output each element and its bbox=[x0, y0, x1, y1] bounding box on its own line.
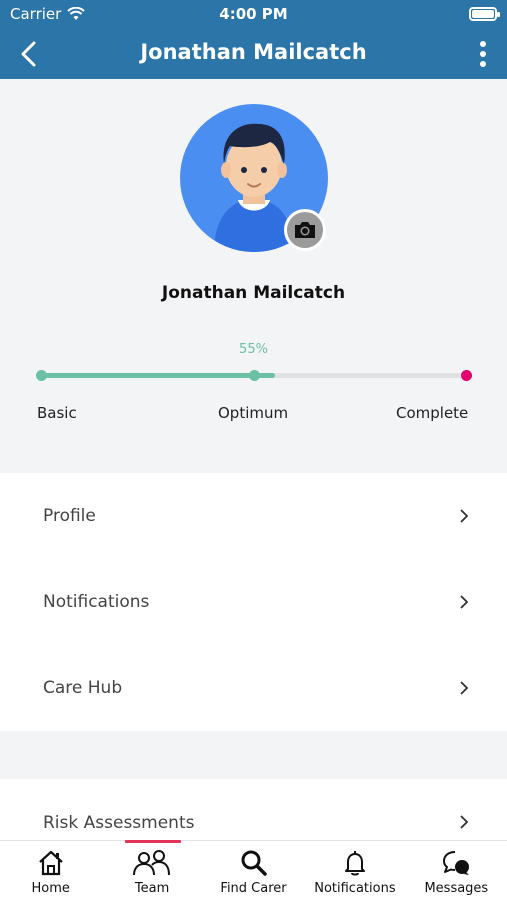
progress-label-complete: Complete bbox=[396, 404, 469, 422]
progress-mid-dot bbox=[249, 370, 260, 381]
tab-label: Notifications bbox=[314, 881, 396, 896]
tab-find-carer[interactable]: Find Carer bbox=[203, 841, 304, 900]
chevron-right-icon bbox=[460, 595, 469, 609]
menu-item-notifications[interactable]: Notifications bbox=[0, 559, 507, 645]
tab-notifications[interactable]: Notifications bbox=[304, 841, 405, 900]
chat-icon bbox=[443, 851, 470, 875]
page-title: Jonathan Mailcatch bbox=[140, 40, 367, 64]
top-bar: Carrier 4:00 PM Jonathan Mailcatch bbox=[0, 0, 507, 79]
tab-home[interactable]: Home bbox=[0, 841, 101, 900]
active-tab-indicator bbox=[125, 840, 182, 843]
progress-label-optimum: Optimum bbox=[218, 404, 289, 422]
tab-label: Team bbox=[134, 881, 170, 896]
menu-item-label: Notifications bbox=[43, 592, 150, 612]
progress-end-dot bbox=[461, 370, 472, 381]
home-icon bbox=[38, 850, 63, 876]
clock: 4:00 PM bbox=[219, 5, 288, 23]
menu-item-label: Risk Assessments bbox=[43, 813, 195, 833]
bell-icon bbox=[344, 851, 365, 876]
profile-name: Jonathan Mailcatch bbox=[161, 283, 346, 303]
chevron-right-icon bbox=[460, 815, 469, 829]
search-icon bbox=[241, 850, 267, 876]
menu-item-care-hub[interactable]: Care Hub bbox=[0, 645, 507, 731]
tab-label: Find Carer bbox=[220, 881, 287, 896]
camera-icon bbox=[295, 222, 315, 238]
status-bar: Carrier 4:00 PM bbox=[0, 0, 507, 28]
menu-item-label: Profile bbox=[43, 506, 96, 526]
settings-menu: Profile Notifications Care Hub bbox=[0, 473, 507, 731]
profile-progress-bar bbox=[36, 370, 472, 381]
progress-start-dot bbox=[36, 370, 47, 381]
chevron-right-icon bbox=[460, 681, 469, 695]
progress-label-basic: Basic bbox=[37, 404, 77, 422]
tab-label: Home bbox=[31, 881, 70, 896]
bottom-tab-bar: Home Team Find Carer Notifications Messa… bbox=[0, 840, 507, 900]
completion-percent: 55% bbox=[239, 342, 268, 357]
battery-icon bbox=[469, 7, 500, 21]
change-photo-button[interactable] bbox=[284, 209, 326, 251]
nav-header: Jonathan Mailcatch bbox=[0, 28, 507, 79]
menu-item-profile[interactable]: Profile bbox=[0, 473, 507, 559]
more-vertical-icon[interactable] bbox=[473, 38, 493, 70]
tab-label: Messages bbox=[424, 881, 489, 896]
progress-fill bbox=[40, 373, 275, 378]
profile-summary: Jonathan Mailcatch 55% Basic Optimum Com… bbox=[0, 79, 507, 473]
tab-team[interactable]: Team bbox=[101, 840, 202, 900]
team-icon bbox=[133, 850, 171, 876]
menu-item-label: Care Hub bbox=[43, 678, 123, 698]
chevron-right-icon bbox=[460, 509, 469, 523]
tab-messages[interactable]: Messages bbox=[406, 841, 507, 900]
